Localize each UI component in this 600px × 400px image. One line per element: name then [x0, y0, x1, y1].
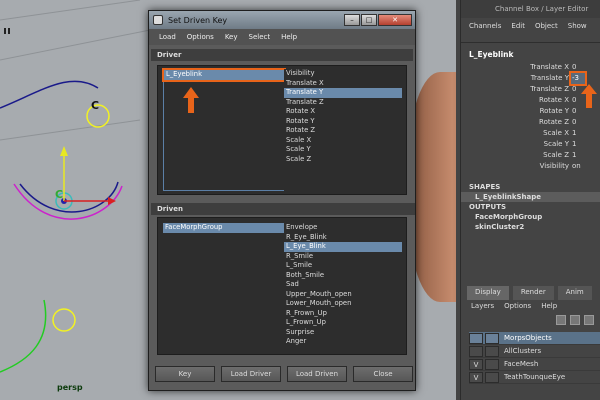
driven-node-item[interactable]: FaceMorphGroup: [163, 223, 285, 233]
dialog-buttons: Key Load Driver Load Driven Close: [155, 366, 413, 382]
driver-attr-item[interactable]: Scale Y: [284, 145, 402, 155]
maximize-icon[interactable]: □: [361, 14, 377, 26]
driver-header: Driver: [151, 49, 413, 61]
load-driven-button[interactable]: Load Driven: [287, 366, 347, 382]
close-button[interactable]: Close: [353, 366, 413, 382]
minimize-icon[interactable]: –: [344, 14, 360, 26]
driver-attr-item[interactable]: Rotate Y: [284, 117, 402, 127]
layer-menu: Layers Options Help: [471, 302, 557, 310]
layer-list: MorpsObjects AllClusters V FaceMesh V Teat…: [469, 332, 600, 384]
channel-box-title: Channel Box / Layer Editor: [461, 0, 600, 18]
attr-rotate-z[interactable]: Rotate Z0: [461, 117, 600, 128]
layer-row[interactable]: AllClusters: [469, 345, 600, 358]
new-layer-selected-icon[interactable]: [570, 315, 580, 325]
driver-attr-item[interactable]: Rotate X: [284, 107, 402, 117]
tab-render[interactable]: Render: [512, 286, 554, 300]
object-name: L_Eyeblink: [469, 50, 514, 59]
driven-attr-item[interactable]: Envelope: [284, 223, 402, 233]
attr-visibility[interactable]: Visibility on: [461, 161, 600, 172]
dialog-title: Set Driven Key: [168, 15, 228, 25]
driven-attr-item[interactable]: Upper_Mouth_open: [284, 290, 402, 300]
driven-attr-item[interactable]: Both_Smile: [284, 271, 402, 281]
new-layer-icon[interactable]: [556, 315, 566, 325]
layer-tabs: Display Render Anim: [467, 286, 592, 300]
load-driver-button[interactable]: Load Driver: [221, 366, 281, 382]
menu-edit[interactable]: Edit: [511, 22, 525, 30]
shapes-header: SHAPES: [469, 183, 501, 191]
translate-y-value[interactable]: -3: [569, 71, 587, 86]
attr-scale-x[interactable]: Scale X1: [461, 128, 600, 139]
shape-item[interactable]: L_EyeblinkShape: [461, 192, 600, 202]
driven-attr-item[interactable]: Sad: [284, 280, 402, 290]
driven-attr-item[interactable]: Anger: [284, 337, 402, 347]
driver-node-list[interactable]: L_Eyeblink: [162, 68, 286, 191]
driver-attr-item[interactable]: Translate Y: [284, 88, 402, 98]
annotation-arrow-up-icon: [183, 87, 199, 113]
attribute-list: Translate X0 Translate Y -3 Translate Z0 …: [461, 62, 600, 172]
output-item-facemorph[interactable]: FaceMorphGroup: [461, 212, 600, 222]
svg-text:C: C: [55, 188, 63, 201]
key-button[interactable]: Key: [155, 366, 215, 382]
menu-show[interactable]: Show: [568, 22, 587, 30]
menu-layers[interactable]: Layers: [471, 302, 494, 310]
driven-attr-item[interactable]: R_Eye_Blink: [284, 233, 402, 243]
menu-select[interactable]: Select: [249, 33, 271, 41]
driver-attr-item[interactable]: Scale Z: [284, 155, 402, 165]
attr-translate-x[interactable]: Translate X0: [461, 62, 600, 73]
menu-channels[interactable]: Channels: [469, 22, 501, 30]
layer-row[interactable]: V TeathTounqueEye: [469, 371, 600, 384]
menu-load[interactable]: Load: [159, 33, 176, 41]
outputs-header: OUTPUTS: [469, 203, 507, 211]
driven-header: Driven: [151, 203, 415, 215]
attr-scale-z[interactable]: Scale Z1: [461, 150, 600, 161]
dialog-titlebar[interactable]: Set Driven Key – □ ✕: [149, 11, 415, 29]
layer-toolbar: [556, 315, 594, 325]
menu-layer-help[interactable]: Help: [541, 302, 557, 310]
driven-attr-item[interactable]: L_Eye_Blink: [284, 242, 402, 252]
driven-attr-item[interactable]: L_Frown_Up: [284, 318, 402, 328]
curve-upper: [0, 80, 99, 109]
driven-node-list[interactable]: FaceMorphGroup: [163, 223, 285, 351]
layer-row[interactable]: V FaceMesh: [469, 358, 600, 371]
driven-attr-item[interactable]: Lower_Mouth_open: [284, 299, 402, 309]
output-item-skincluster[interactable]: skinCluster2: [461, 222, 600, 232]
menu-object[interactable]: Object: [535, 22, 558, 30]
layer-row[interactable]: MorpsObjects: [469, 332, 600, 345]
attr-translate-y[interactable]: Translate Y -3: [461, 71, 600, 86]
menu-layer-options[interactable]: Options: [504, 302, 531, 310]
close-icon[interactable]: ✕: [378, 14, 412, 26]
menu-help[interactable]: Help: [281, 33, 297, 41]
driver-attr-item[interactable]: Translate X: [284, 79, 402, 89]
annotation-arrow-up-icon: [581, 84, 597, 108]
app-icon: [153, 15, 163, 25]
svg-text:C: C: [91, 99, 99, 112]
driven-attr-item[interactable]: R_Frown_Up: [284, 309, 402, 319]
driver-attr-item[interactable]: Rotate Z: [284, 126, 402, 136]
driven-attr-item[interactable]: L_Smile: [284, 261, 402, 271]
tab-display[interactable]: Display: [467, 286, 509, 300]
camera-label: persp: [57, 383, 83, 392]
set-driven-key-dialog: Set Driven Key – □ ✕ Load Options Key Se…: [148, 10, 416, 391]
driven-attr-item[interactable]: R_Smile: [284, 252, 402, 262]
dialog-menu: Load Options Key Select Help: [149, 29, 415, 45]
attr-scale-y[interactable]: Scale Y1: [461, 139, 600, 150]
driver-attr-item[interactable]: Translate Z: [284, 98, 402, 108]
layer-settings-icon[interactable]: [584, 315, 594, 325]
tab-anim[interactable]: Anim: [557, 286, 592, 300]
driver-attr-item[interactable]: Visibility: [284, 69, 402, 79]
channel-box: Channel Box / Layer Editor Channels Edit…: [460, 0, 600, 400]
menu-key[interactable]: Key: [225, 33, 238, 41]
channel-box-menu: Channels Edit Object Show: [461, 18, 600, 34]
control-circle-lower: [52, 308, 76, 332]
driver-attr-list[interactable]: Visibility Translate X Translate Y Trans…: [284, 69, 402, 191]
driven-attr-list[interactable]: Envelope R_Eye_Blink L_Eye_Blink R_Smile…: [284, 223, 402, 351]
menu-options[interactable]: Options: [187, 33, 214, 41]
driven-attr-item[interactable]: Surprise: [284, 328, 402, 338]
driver-node-item[interactable]: L_Eyeblink: [162, 68, 286, 82]
driver-attr-item[interactable]: Scale X: [284, 136, 402, 146]
